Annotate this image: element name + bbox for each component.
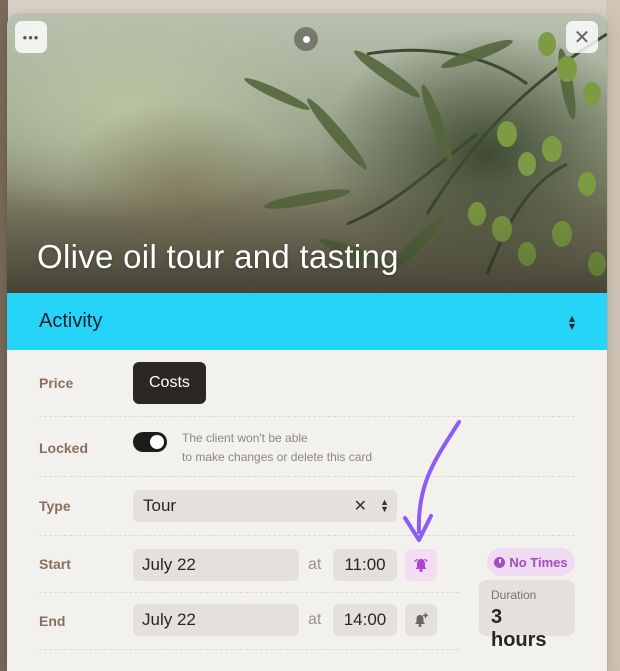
activity-type-selector[interactable]: Activity ▴ ▾ xyxy=(7,293,607,350)
locked-note: The client won't be able to make changes… xyxy=(182,429,372,467)
type-label: Type xyxy=(39,498,71,514)
background-right-edge xyxy=(606,0,620,671)
activity-card: ••• ✕ Olive oil tour and tasting Activit… xyxy=(7,14,607,671)
start-date-input[interactable]: July 22 xyxy=(133,549,299,581)
no-times-label: No Times xyxy=(509,554,568,570)
locked-label: Locked xyxy=(39,440,89,456)
clock-icon xyxy=(494,556,506,568)
clear-icon[interactable]: ✕ xyxy=(354,496,367,516)
start-reminder-button[interactable] xyxy=(405,549,437,581)
duration-display: Duration 3 hours xyxy=(479,580,575,651)
end-time-input[interactable]: 14:00 xyxy=(333,604,397,636)
locked-note-line2: to make changes or delete this card xyxy=(182,450,373,464)
start-at-text: at xyxy=(308,556,322,573)
type-row: Type Tour ✕ ▲ ▼ xyxy=(39,476,575,536)
price-label: Price xyxy=(39,375,74,391)
duration-value: 3 hours xyxy=(491,606,547,651)
drag-handle-icon xyxy=(302,35,310,43)
annotation-arrow xyxy=(403,420,461,542)
close-icon: ✕ xyxy=(573,26,591,49)
close-button[interactable]: ✕ xyxy=(566,21,598,53)
more-options-button[interactable]: ••• xyxy=(15,21,47,53)
end-date-input[interactable]: July 22 xyxy=(133,604,299,636)
type-value: Tour xyxy=(143,496,177,515)
end-reminder-button[interactable] xyxy=(405,604,437,636)
hero-image: ••• ✕ Olive oil tour and tasting xyxy=(7,14,607,293)
drag-handle-button[interactable] xyxy=(294,27,318,51)
duration-label: Duration xyxy=(491,588,537,602)
start-label: Start xyxy=(39,556,71,572)
start-time-input[interactable]: 11:00 xyxy=(333,549,397,581)
type-select[interactable]: Tour ✕ ▲ ▼ xyxy=(133,490,397,522)
card-title: Olive oil tour and tasting xyxy=(37,238,399,275)
chevron-up-down-icon: ▴ ▾ xyxy=(568,310,575,333)
bell-active-icon xyxy=(414,558,428,573)
end-at-text: at xyxy=(308,611,322,628)
locked-row: Locked The client won't be able to make … xyxy=(39,416,575,477)
end-row: End July 22 at 14:00 xyxy=(39,592,459,650)
costs-button[interactable]: Costs xyxy=(133,362,206,404)
more-horizontal-icon: ••• xyxy=(22,29,40,45)
end-label: End xyxy=(39,613,66,629)
locked-toggle[interactable] xyxy=(133,432,167,452)
locked-note-line1: The client won't be able xyxy=(182,431,308,445)
activity-label: Activity xyxy=(39,310,103,332)
no-times-button[interactable]: No Times xyxy=(487,548,575,576)
bell-add-icon xyxy=(415,612,429,627)
price-row: Price i Costs xyxy=(39,350,575,417)
